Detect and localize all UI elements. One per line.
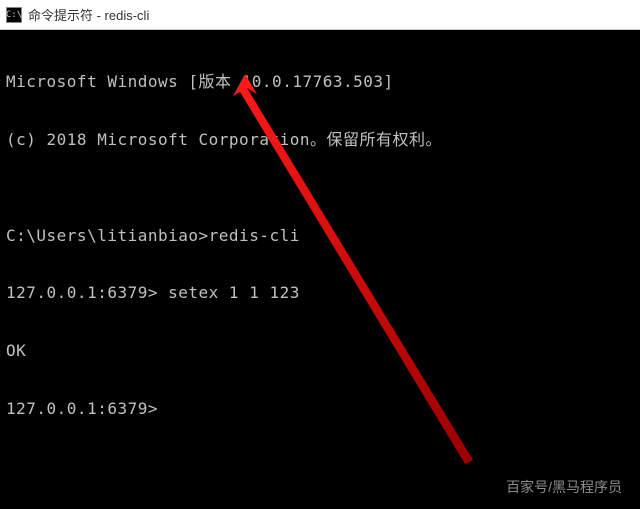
cmd-icon-label: C:\: [6, 10, 22, 20]
cmd-icon: C:\: [6, 7, 22, 23]
terminal-line: 127.0.0.1:6379> setex 1 1 123: [6, 283, 634, 302]
terminal-line: (c) 2018 Microsoft Corporation。保留所有权利。: [6, 130, 634, 149]
watermark-text: 百家号/黑马程序员: [506, 477, 622, 497]
terminal-line: OK: [6, 341, 634, 360]
window-titlebar: C:\ 命令提示符 - redis-cli: [0, 0, 640, 30]
terminal-line: Microsoft Windows [版本 10.0.17763.503]: [6, 72, 634, 91]
window-title: 命令提示符 - redis-cli: [28, 5, 149, 24]
terminal-line: 127.0.0.1:6379>: [6, 399, 634, 418]
terminal-area[interactable]: Microsoft Windows [版本 10.0.17763.503] (c…: [0, 30, 640, 509]
terminal-line: C:\Users\litianbiao>redis-cli: [6, 226, 634, 245]
